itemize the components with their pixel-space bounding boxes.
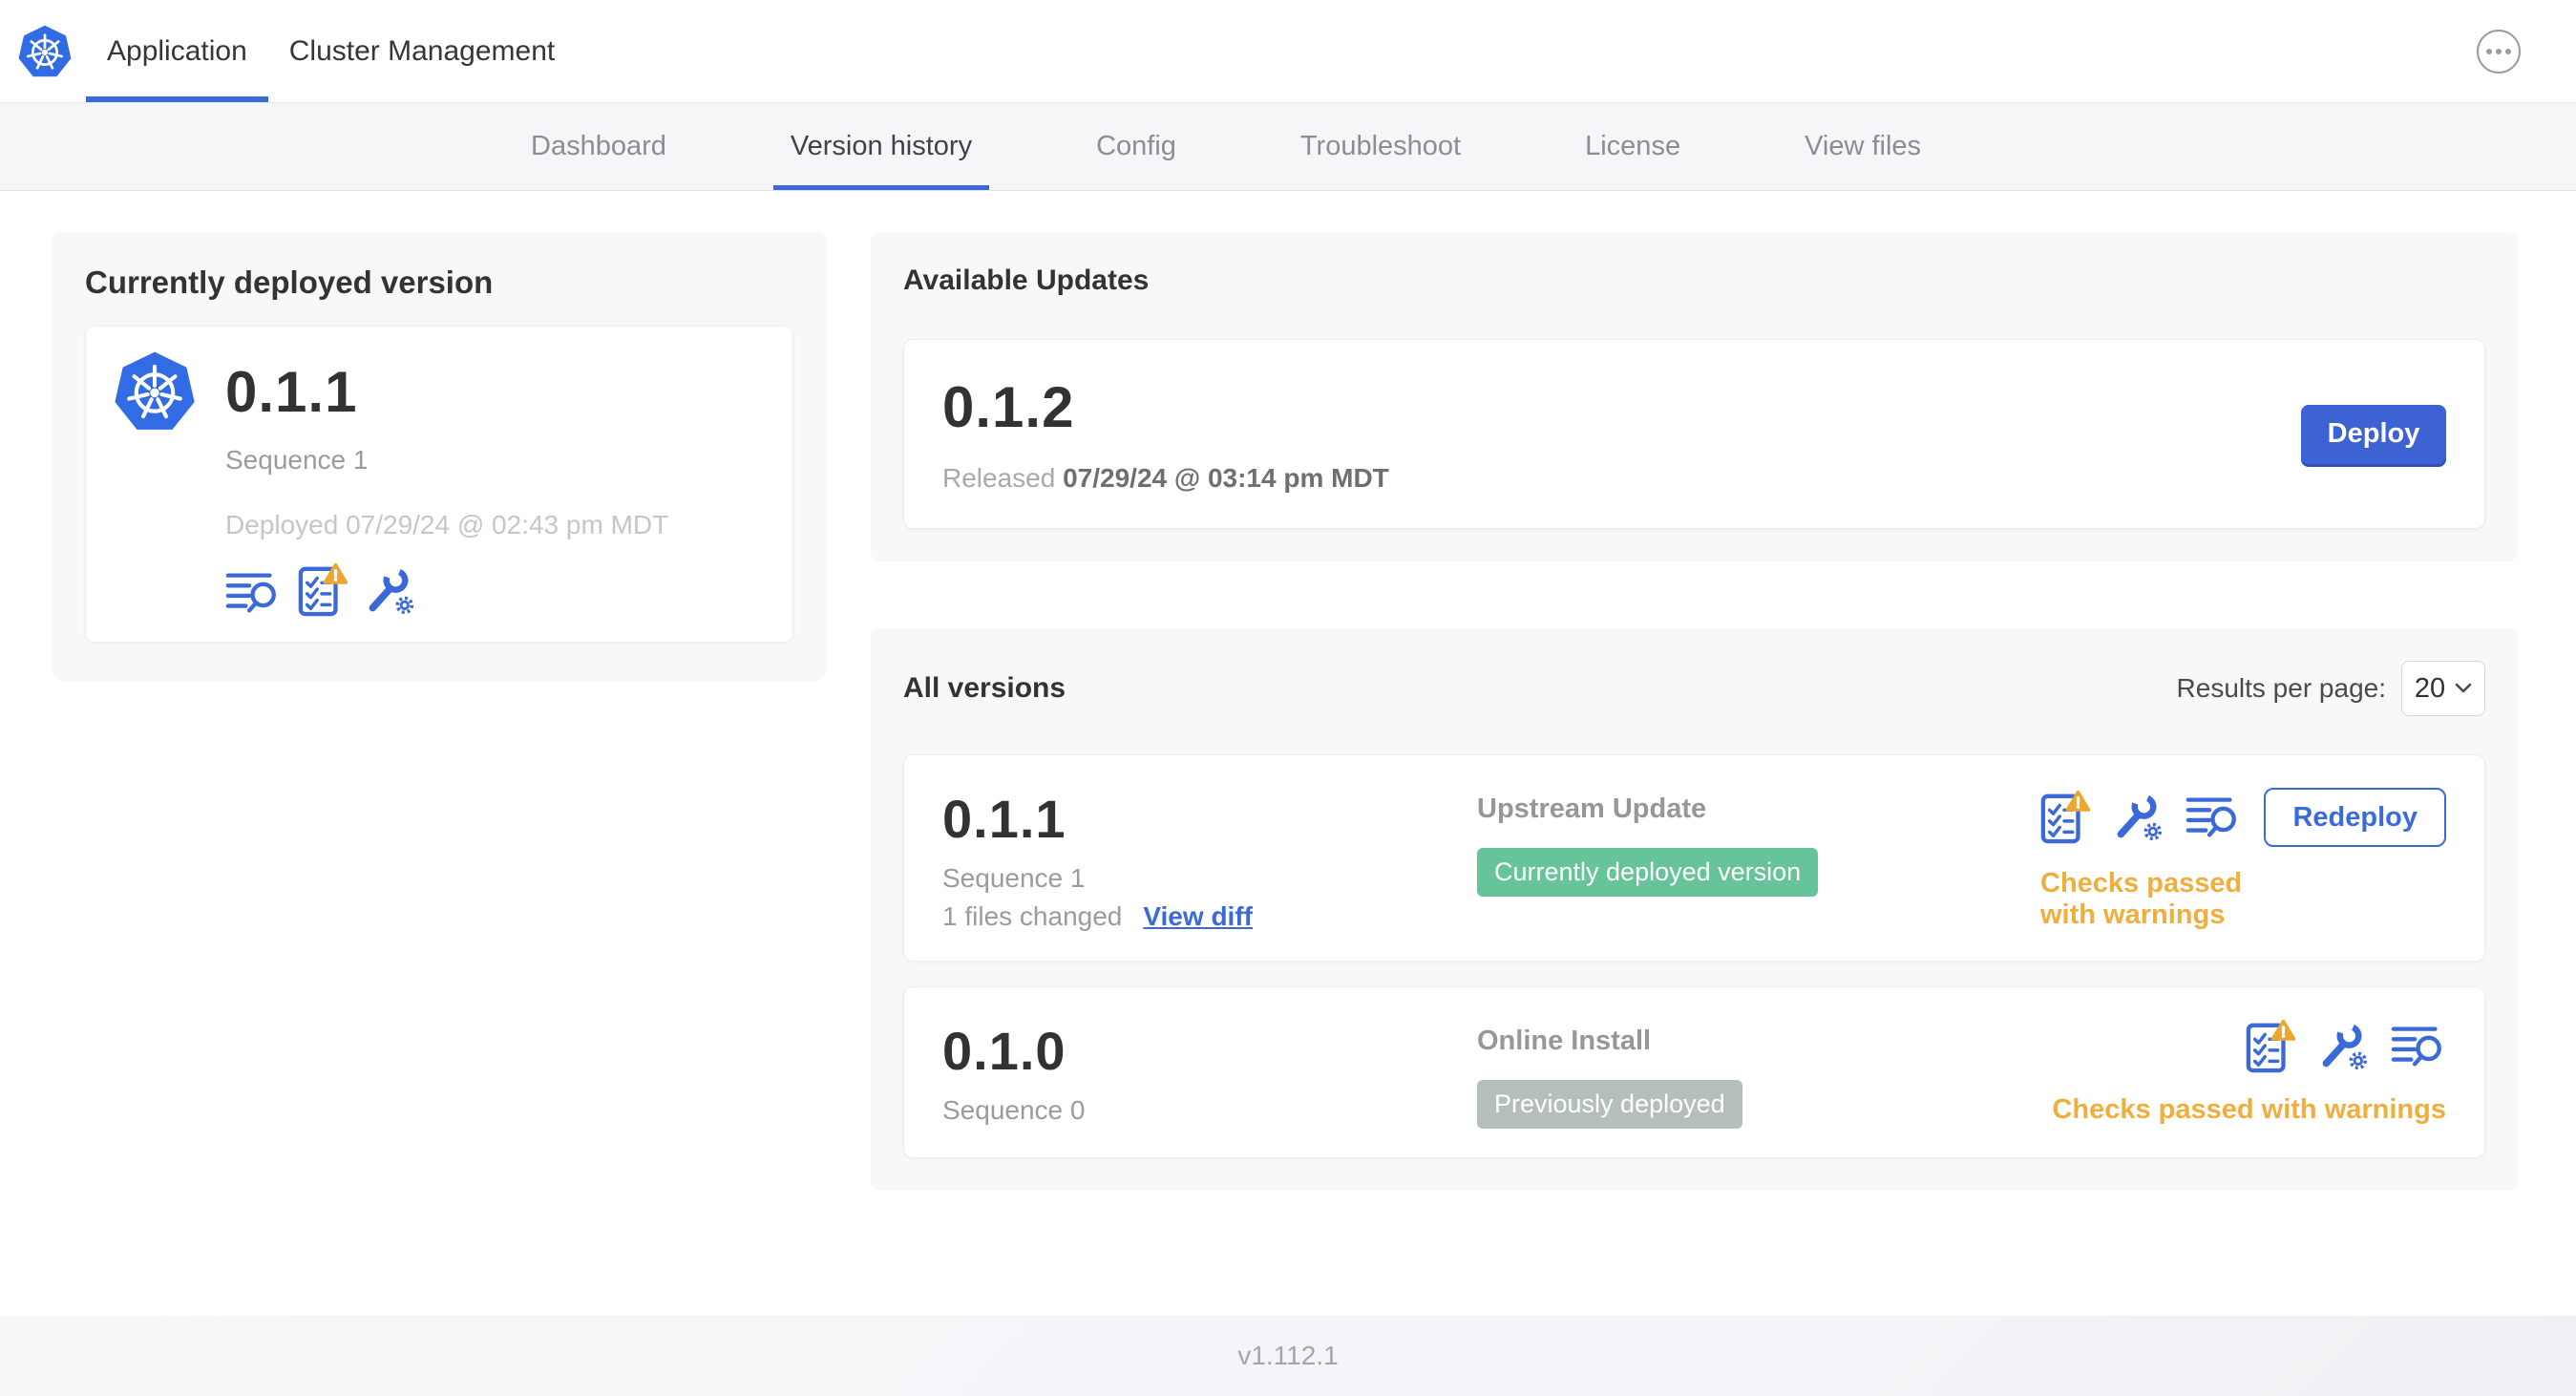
preflight-checks-icon[interactable]	[298, 563, 348, 617]
app-subnav: Dashboard Version history Config Trouble…	[0, 103, 2576, 191]
subnav-version-history-label: Version history	[790, 131, 973, 161]
available-updates-card: Available Updates 0.1.2 Released 07/29/2…	[871, 232, 2518, 561]
released-label: Released	[942, 463, 1056, 493]
row-version-number: 0.1.1	[942, 789, 1066, 849]
tab-cluster-management-label: Cluster Management	[288, 34, 556, 67]
deployed-sequence: Sequence 1	[225, 445, 369, 475]
deploy-button[interactable]: Deploy	[2301, 404, 2446, 464]
preflight-checks-icon[interactable]	[2040, 791, 2091, 844]
app-header: Application Cluster Management	[0, 0, 2576, 103]
view-logs-icon[interactable]	[225, 569, 281, 617]
all-versions-card: All versions Results per page: 20 0.1.1	[871, 628, 2518, 1191]
available-updates-title: Available Updates	[903, 264, 1150, 296]
files-changed-label: 1 files changed	[942, 901, 1123, 931]
row-version-number: 0.1.0	[942, 1021, 1066, 1081]
results-per-page-select[interactable]: 20	[2401, 661, 2485, 716]
preflight-status-text: Checks passed with warnings	[2040, 868, 2243, 930]
currently-deployed-card: Currently deployed version 0.1.1 Sequenc…	[53, 232, 826, 681]
header-spacer	[576, 0, 2477, 102]
deployed-version-number: 0.1.1	[225, 359, 358, 424]
version-row: 0.1.1 Sequence 1 1 files changed View di…	[903, 754, 2485, 962]
update-released-line: Released 07/29/24 @ 03:14 pm MDT	[942, 463, 1389, 494]
deployed-version-panel: 0.1.1 Sequence 1 Deployed 07/29/24 @ 02:…	[85, 326, 793, 643]
released-date: 07/29/24 @ 03:14 pm MDT	[1063, 463, 1389, 493]
status-badge: Previously deployed	[1477, 1080, 1742, 1129]
tab-application[interactable]: Application	[86, 0, 268, 102]
chevron-down-icon	[2455, 683, 2472, 693]
results-per-page-label: Results per page:	[2176, 673, 2386, 703]
subnav-view-files[interactable]: View files	[1805, 103, 1921, 190]
subnav-view-files-label: View files	[1805, 131, 1922, 161]
view-diff-link[interactable]: View diff	[1143, 901, 1253, 932]
tab-cluster-management[interactable]: Cluster Management	[268, 0, 576, 102]
subnav-license-label: License	[1585, 131, 1681, 161]
subnav-dashboard-label: Dashboard	[531, 131, 666, 161]
row-sequence: Sequence 0	[942, 1095, 1086, 1125]
currently-deployed-title: Currently deployed version	[85, 264, 494, 300]
deployed-timestamp: Deployed 07/29/24 @ 02:43 pm MDT	[225, 510, 669, 539]
edit-config-icon[interactable]	[2113, 792, 2163, 843]
app-footer: v1.112.1	[0, 1316, 2576, 1396]
subnav-config-label: Config	[1096, 131, 1176, 161]
version-source-label: Online Install	[1477, 1026, 1652, 1056]
subnav-version-history[interactable]: Version history	[772, 103, 990, 190]
edit-config-icon[interactable]	[365, 565, 414, 617]
subnav-config[interactable]: Config	[1096, 103, 1176, 190]
console-version: v1.112.1	[1237, 1341, 1339, 1370]
all-versions-title: All versions	[903, 672, 1066, 704]
results-per-page-value: 20	[2414, 672, 2446, 704]
subnav-troubleshoot-label: Troubleshoot	[1299, 131, 1462, 161]
tab-application-label: Application	[107, 34, 247, 67]
update-row: 0.1.2 Released 07/29/24 @ 03:14 pm MDT D…	[903, 339, 2485, 529]
kubernetes-logo	[17, 0, 73, 102]
view-logs-icon[interactable]	[2185, 793, 2241, 841]
more-options-icon[interactable]	[2477, 29, 2521, 74]
version-source-label: Upstream Update	[1477, 793, 1707, 824]
row-sequence: Sequence 1	[942, 863, 1086, 893]
preflight-status-text: Checks passed with warnings	[2052, 1094, 2446, 1125]
redeploy-button[interactable]: Redeploy	[2264, 788, 2446, 847]
subnav-license[interactable]: License	[1585, 103, 1680, 190]
subnav-dashboard[interactable]: Dashboard	[531, 103, 666, 190]
main-content: Currently deployed version 0.1.1 Sequenc…	[0, 191, 2576, 1316]
subnav-troubleshoot[interactable]: Troubleshoot	[1300, 103, 1461, 190]
preflight-checks-icon[interactable]	[2246, 1020, 2295, 1073]
version-row: 0.1.0 Sequence 0 Online Install Previous…	[903, 986, 2485, 1158]
edit-config-icon[interactable]	[2318, 1021, 2368, 1072]
view-logs-icon[interactable]	[2391, 1023, 2446, 1070]
status-badge: Currently deployed version	[1477, 848, 1819, 897]
kubernetes-app-icon	[113, 351, 197, 432]
top-tabs: Application Cluster Management	[86, 0, 576, 102]
update-version-number: 0.1.2	[942, 375, 1075, 439]
